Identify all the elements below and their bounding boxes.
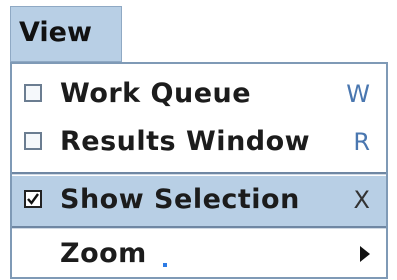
submenu-arrow-icon (360, 246, 370, 262)
shortcut-key: R (353, 128, 370, 156)
checked-checkbox-icon[interactable] (24, 190, 42, 208)
checkbox-icon[interactable] (24, 132, 42, 150)
menu-item-label: Show Selection (60, 184, 300, 215)
menu-item-zoom[interactable]: Zoom (12, 230, 386, 280)
menu-item-results-window[interactable]: Results Window R (12, 118, 386, 168)
menu-item-label: Results Window (60, 126, 311, 157)
menu-item-show-selection[interactable]: Show Selection X (12, 176, 386, 226)
view-menu-title[interactable]: View (10, 6, 122, 62)
menu-item-label: Zoom (60, 238, 147, 269)
text-cursor-dot (163, 263, 167, 267)
menu-separator-highlight (12, 228, 386, 229)
view-menu-dropdown: Work Queue W Results Window R Show Selec… (10, 62, 388, 279)
checkbox-icon[interactable] (24, 84, 42, 102)
menu-bar: View (0, 0, 397, 64)
shortcut-key: W (346, 80, 370, 108)
menu-item-work-queue[interactable]: Work Queue W (12, 70, 386, 120)
menu-separator-highlight (12, 174, 386, 175)
menu-item-label: Work Queue (60, 78, 252, 109)
shortcut-key: X (353, 186, 370, 214)
